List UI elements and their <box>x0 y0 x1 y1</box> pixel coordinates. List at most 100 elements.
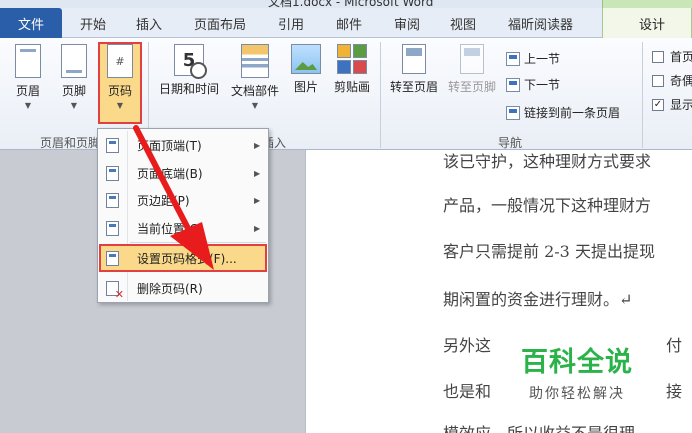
doc-line: 产品，一般情况下这种理财方 <box>443 196 652 215</box>
current-position-icon <box>106 221 119 236</box>
go-to-header-icon <box>402 44 426 74</box>
tab-references[interactable]: 引用 <box>278 14 304 33</box>
footer-button-label: 页脚 <box>61 84 86 98</box>
menu-item-format-page-numbers[interactable]: 设置页码格式(F)... <box>100 245 266 271</box>
link-to-previous-label: 链接到前一条页眉 <box>524 106 621 120</box>
header-button[interactable]: 页眉 ▼ <box>10 44 46 110</box>
checkmark-icon: ✓ <box>652 98 664 111</box>
picture-icon <box>291 44 321 74</box>
first-page-label: 首页 <box>670 50 692 64</box>
menu-item-label: 删除页码(R) <box>137 281 203 296</box>
next-section-icon <box>506 77 520 92</box>
date-time-button[interactable]: 5 日期和时间 <box>154 44 224 97</box>
format-page-numbers-icon <box>106 251 119 266</box>
doc-line: 模效应，所以收益不是很理 <box>443 420 635 433</box>
clip-art-icon <box>337 44 367 74</box>
go-to-header-button[interactable]: 转至页眉 <box>386 44 442 95</box>
chevron-down-icon: ▼ <box>251 101 259 110</box>
checkbox-empty-icon <box>652 50 664 63</box>
page-number-button[interactable]: # 页码 ▼ <box>100 44 140 110</box>
tab-design[interactable]: 设计 <box>602 8 692 39</box>
odd-even-label: 奇偶 <box>670 74 692 88</box>
go-to-footer-icon <box>460 44 484 74</box>
page-margin-icon <box>106 193 119 208</box>
tab-foxit-reader[interactable]: 福昕阅读器 <box>508 14 573 33</box>
group-divider <box>380 42 381 148</box>
picture-button[interactable]: 图片 <box>288 44 324 95</box>
doc-line: 客户只需提前 2-3 天提出提现 <box>443 242 655 261</box>
menu-item-remove-page-numbers[interactable]: 删除页码(R) <box>100 275 266 301</box>
show-document-text-checkbox[interactable]: ✓ 显示 <box>652 96 692 113</box>
ribbon-tab-row: 文件 开始 插入 页面布局 引用 邮件 审阅 视图 福昕阅读器 设计 <box>0 8 692 39</box>
date-time-button-label: 日期和时间 <box>158 82 219 96</box>
submenu-arrow-icon: ▶ <box>254 195 261 205</box>
tab-page-layout[interactable]: 页面布局 <box>194 14 246 33</box>
chevron-down-icon: ▼ <box>70 101 78 110</box>
tab-view[interactable]: 视图 <box>450 14 476 33</box>
doc-line: 期闲置的资金进行理财。↵ <box>443 290 633 309</box>
chevron-down-icon: ▼ <box>116 101 124 110</box>
show-document-text-label: 显示 <box>670 98 692 112</box>
link-to-previous-button[interactable]: 链接到前一条页眉 <box>506 104 620 121</box>
previous-section-icon <box>506 51 520 66</box>
first-page-checkbox[interactable]: 首页 <box>652 48 692 65</box>
clip-art-button[interactable]: 剪贴画 <box>330 44 374 95</box>
tab-file[interactable]: 文件 <box>0 8 62 38</box>
tab-insert[interactable]: 插入 <box>136 14 162 33</box>
tab-design-label: 设计 <box>639 18 666 33</box>
header-icon <box>15 44 41 78</box>
tab-review[interactable]: 审阅 <box>394 14 420 33</box>
watermark-title: 百科全说 <box>521 347 633 378</box>
go-to-footer-button[interactable]: 转至页脚 <box>444 44 500 95</box>
title-bar: 文档1.docx - Microsoft Word <box>0 0 692 9</box>
menu-item-label: 页边距(P) <box>137 193 190 208</box>
page-number-menu: 页面顶端(T) ▶ 页面底端(B) ▶ 页边距(P) ▶ 当前位置(C) ▶ 设… <box>97 128 269 303</box>
page-number-icon: # <box>107 44 133 78</box>
submenu-arrow-icon: ▶ <box>254 168 261 178</box>
menu-item-label: 设置页码格式(F)... <box>137 251 237 266</box>
previous-section-button[interactable]: 上一节 <box>506 50 560 67</box>
menu-item-label: 页面顶端(T) <box>137 138 202 153</box>
group-label-header-footer: 页眉和页脚 <box>40 136 101 150</box>
odd-even-checkbox[interactable]: 奇偶 <box>652 72 692 89</box>
next-section-button[interactable]: 下一节 <box>506 76 560 93</box>
clip-art-button-label: 剪贴画 <box>333 80 370 94</box>
checkbox-empty-icon <box>652 74 664 87</box>
remove-page-numbers-icon <box>106 281 124 301</box>
picture-button-label: 图片 <box>293 80 318 94</box>
next-section-label: 下一节 <box>524 78 561 92</box>
submenu-arrow-icon: ▶ <box>254 140 261 150</box>
menu-item-current-position[interactable]: 当前位置(C) ▶ <box>100 215 266 241</box>
doc-line: 接 <box>666 382 683 401</box>
header-button-label: 页眉 <box>15 84 40 98</box>
tab-mailings[interactable]: 邮件 <box>336 14 362 33</box>
page-top-icon <box>106 138 119 153</box>
watermark-logo: 百科全说 助你轻松解决 <box>502 340 652 403</box>
previous-section-label: 上一节 <box>524 52 561 66</box>
go-to-header-button-label: 转至页眉 <box>389 80 438 94</box>
submenu-arrow-icon: ▶ <box>254 223 261 233</box>
menu-item-bottom-of-page[interactable]: 页面底端(B) ▶ <box>100 160 266 186</box>
link-to-previous-icon <box>506 105 520 120</box>
document-parts-button-label: 文档部件 <box>230 84 279 98</box>
go-to-footer-button-label: 转至页脚 <box>447 80 496 94</box>
doc-line: 另外这 <box>443 336 492 355</box>
tab-home[interactable]: 开始 <box>80 14 106 33</box>
page-number-button-label: 页码 <box>107 84 132 98</box>
document-parts-button[interactable]: 文档部件 ▼ <box>226 44 284 110</box>
menu-item-page-margins[interactable]: 页边距(P) ▶ <box>100 187 266 213</box>
document-parts-icon <box>241 44 269 78</box>
chevron-down-icon: ▼ <box>24 101 32 110</box>
watermark-subtitle: 助你轻松解决 <box>529 386 625 402</box>
menu-item-top-of-page[interactable]: 页面顶端(T) ▶ <box>100 132 266 158</box>
doc-line: 该已守护，这种理财方式要求 <box>443 152 652 171</box>
doc-line: 付 <box>666 336 683 355</box>
footer-button[interactable]: 页脚 ▼ <box>56 44 92 110</box>
menu-item-label: 页面底端(B) <box>137 166 203 181</box>
doc-line: 也是和 <box>443 382 492 401</box>
calendar-clock-icon: 5 <box>174 44 207 79</box>
group-divider <box>642 42 643 148</box>
menu-item-label: 当前位置(C) <box>137 221 203 236</box>
page-bottom-icon <box>106 166 119 181</box>
menu-divider <box>130 242 266 243</box>
